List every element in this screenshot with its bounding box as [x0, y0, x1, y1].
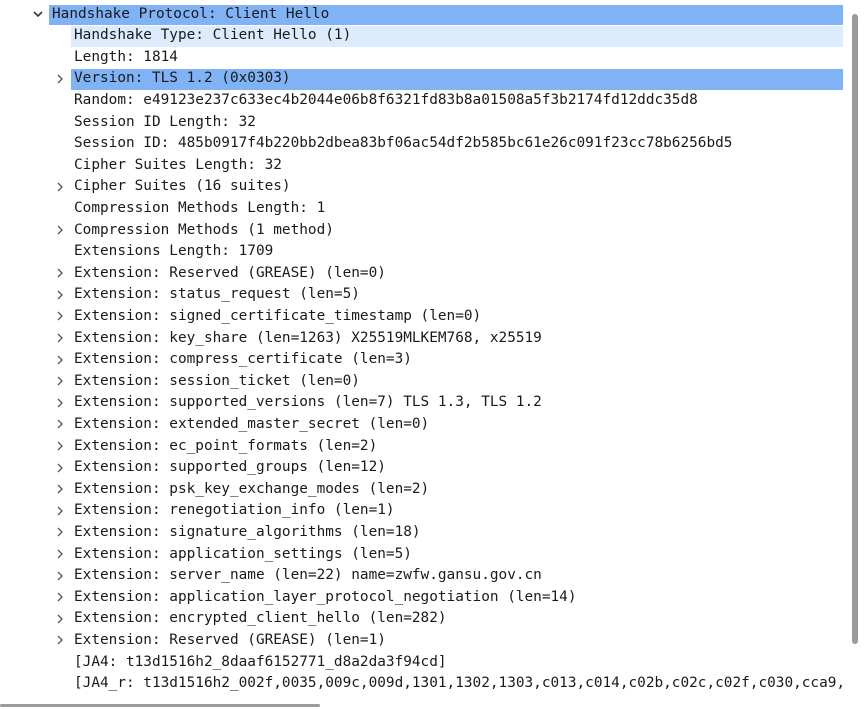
tree-row-label: Extension: encrypted_client_hello (len=2…: [74, 610, 447, 627]
tree-row[interactable]: Extension: signed_certificate_timestamp …: [0, 306, 843, 328]
tree-row-label: Compression Methods Length: 1: [74, 199, 326, 216]
chevron-right-icon[interactable]: [53, 608, 67, 630]
tree-row[interactable]: Extension: psk_key_exchange_modes (len=2…: [0, 479, 843, 501]
tree-row[interactable]: Extension: supported_versions (len=7) TL…: [0, 392, 843, 414]
tree-row-label: Handshake Type: Client Hello (1): [74, 27, 352, 44]
tree-row[interactable]: [JA4: t13d1516h2_8daaf6152771_d8a2da3f94…: [0, 652, 843, 674]
tree-row[interactable]: Handshake Type: Client Hello (1): [0, 25, 843, 47]
tree-row-label: Session ID Length: 32: [74, 113, 256, 130]
tree-row-label: Compression Methods (1 method): [74, 221, 334, 238]
tree-row[interactable]: Session ID Length: 32: [0, 112, 843, 134]
tree-row[interactable]: Extension: key_share (len=1263) X25519ML…: [0, 328, 843, 350]
tree-row[interactable]: Extension: application_settings (len=5): [0, 544, 843, 566]
tree-row-label: Extension: psk_key_exchange_modes (len=2…: [74, 480, 430, 497]
horizontal-scrollbar-thumb[interactable]: [0, 704, 320, 707]
tree-row-label: Handshake Protocol: Client Hello: [52, 5, 330, 22]
tree-row[interactable]: Cipher Suites Length: 32: [0, 155, 843, 177]
chevron-right-icon[interactable]: [53, 220, 67, 242]
tree-row-label: [JA4_r: t13d1516h2_002f,0035,009c,009d,1…: [74, 675, 843, 692]
chevron-right-icon[interactable]: [53, 68, 67, 90]
tree-row[interactable]: Version: TLS 1.2 (0x0303): [0, 68, 843, 90]
tree-row[interactable]: Extension: Reserved (GREASE) (len=1): [0, 630, 843, 652]
tree-row[interactable]: Extension: signature_algorithms (len=18): [0, 522, 843, 544]
tree-row[interactable]: Extension: status_request (len=5): [0, 284, 843, 306]
vertical-scrollbar[interactable]: [847, 0, 865, 700]
tree-row-label: Extension: signature_algorithms (len=18): [74, 523, 421, 540]
tree-row-label: Extension: application_settings (len=5): [74, 545, 412, 562]
chevron-right-icon[interactable]: [53, 284, 67, 306]
chevron-right-icon[interactable]: [53, 414, 67, 436]
tree-row-label: Cipher Suites (16 suites): [74, 178, 291, 195]
chevron-right-icon[interactable]: [53, 522, 67, 544]
tree-row[interactable]: Cipher Suites (16 suites): [0, 176, 843, 198]
tree-row[interactable]: [JA4_r: t13d1516h2_002f,0035,009c,009d,1…: [0, 673, 843, 695]
tree-row[interactable]: Session ID: 485b0917f4b220bb2dbea83bf06a…: [0, 133, 843, 155]
tree-row-label: Extension: ec_point_formats (len=2): [74, 437, 378, 454]
tree-row-label: Extension: session_ticket (len=0): [74, 372, 360, 389]
tree-row[interactable]: Extension: encrypted_client_hello (len=2…: [0, 608, 843, 630]
chevron-right-icon[interactable]: [53, 263, 67, 285]
tree-row[interactable]: Extension: session_ticket (len=0): [0, 371, 843, 393]
tree-row-label: Extensions Length: 1709: [74, 243, 274, 260]
tree-row-label: Extension: server_name (len=22) name=zwf…: [74, 567, 542, 584]
tree-row-label: Cipher Suites Length: 32: [74, 156, 282, 173]
packet-details-tree[interactable]: Handshake Protocol: Client Hello Handshak…: [0, 0, 843, 700]
tree-row-label: Extension: Reserved (GREASE) (len=0): [74, 264, 386, 281]
horizontal-scrollbar[interactable]: [0, 700, 865, 709]
chevron-right-icon[interactable]: [53, 371, 67, 393]
tree-row-label: Extension: compress_certificate (len=3): [74, 351, 412, 368]
tree-row-label: Version: TLS 1.2 (0x0303): [74, 70, 291, 87]
tree-row[interactable]: Length: 1814: [0, 47, 843, 69]
chevron-right-icon[interactable]: [53, 544, 67, 566]
tree-row-label: Extension: extended_master_secret (len=0…: [74, 415, 430, 432]
chevron-down-icon[interactable]: [31, 4, 45, 26]
tree-row[interactable]: Handshake Protocol: Client Hello: [0, 4, 843, 26]
chevron-right-icon[interactable]: [53, 176, 67, 198]
vertical-scrollbar-thumb[interactable]: [852, 14, 858, 644]
tree-row[interactable]: Compression Methods Length: 1: [0, 198, 843, 220]
tree-row[interactable]: Extension: ec_point_formats (len=2): [0, 436, 843, 458]
tree-row[interactable]: Extensions Length: 1709: [0, 241, 843, 263]
row-highlight: [71, 48, 843, 69]
chevron-right-icon[interactable]: [53, 349, 67, 371]
tree-row[interactable]: Extension: supported_groups (len=12): [0, 457, 843, 479]
tree-row-label: Extension: signed_certificate_timestamp …: [74, 307, 482, 324]
chevron-right-icon[interactable]: [53, 479, 67, 501]
tree-row-label: Extension: status_request (len=5): [74, 286, 360, 303]
tree-row-label: Extension: application_layer_protocol_ne…: [74, 588, 577, 605]
tree-row-label: Extension: key_share (len=1263) X25519ML…: [74, 329, 542, 346]
chevron-right-icon[interactable]: [53, 306, 67, 328]
tree-row-label: Extension: supported_groups (len=12): [74, 459, 386, 476]
tree-row-label: Random: e49123e237c633ec4b2044e06b8f6321…: [74, 91, 698, 108]
chevron-right-icon[interactable]: [53, 587, 67, 609]
tree-row[interactable]: Random: e49123e237c633ec4b2044e06b8f6321…: [0, 90, 843, 112]
tree-row-label: Extension: Reserved (GREASE) (len=1): [74, 631, 386, 648]
tree-row-label: [JA4: t13d1516h2_8daaf6152771_d8a2da3f94…: [74, 653, 447, 670]
tree-row[interactable]: Compression Methods (1 method): [0, 220, 843, 242]
chevron-right-icon[interactable]: [53, 328, 67, 350]
tree-row-label: Extension: renegotiation_info (len=1): [74, 502, 395, 519]
chevron-right-icon[interactable]: [53, 565, 67, 587]
chevron-right-icon[interactable]: [53, 630, 67, 652]
tree-row-label: Session ID: 485b0917f4b220bb2dbea83bf06a…: [74, 135, 733, 152]
tree-row[interactable]: Extension: compress_certificate (len=3): [0, 349, 843, 371]
chevron-right-icon[interactable]: [53, 500, 67, 522]
tree-row[interactable]: Extension: Reserved (GREASE) (len=0): [0, 263, 843, 285]
tree-row[interactable]: Extension: server_name (len=22) name=zwf…: [0, 565, 843, 587]
tree-row[interactable]: Extension: extended_master_secret (len=0…: [0, 414, 843, 436]
chevron-right-icon[interactable]: [53, 457, 67, 479]
tree-row[interactable]: Extension: renegotiation_info (len=1): [0, 500, 843, 522]
chevron-right-icon[interactable]: [53, 392, 67, 414]
chevron-right-icon[interactable]: [53, 436, 67, 458]
tree-row-label: Extension: supported_versions (len=7) TL…: [74, 394, 542, 411]
tree-row-label: Length: 1814: [74, 48, 178, 65]
tree-row[interactable]: Extension: application_layer_protocol_ne…: [0, 587, 843, 609]
